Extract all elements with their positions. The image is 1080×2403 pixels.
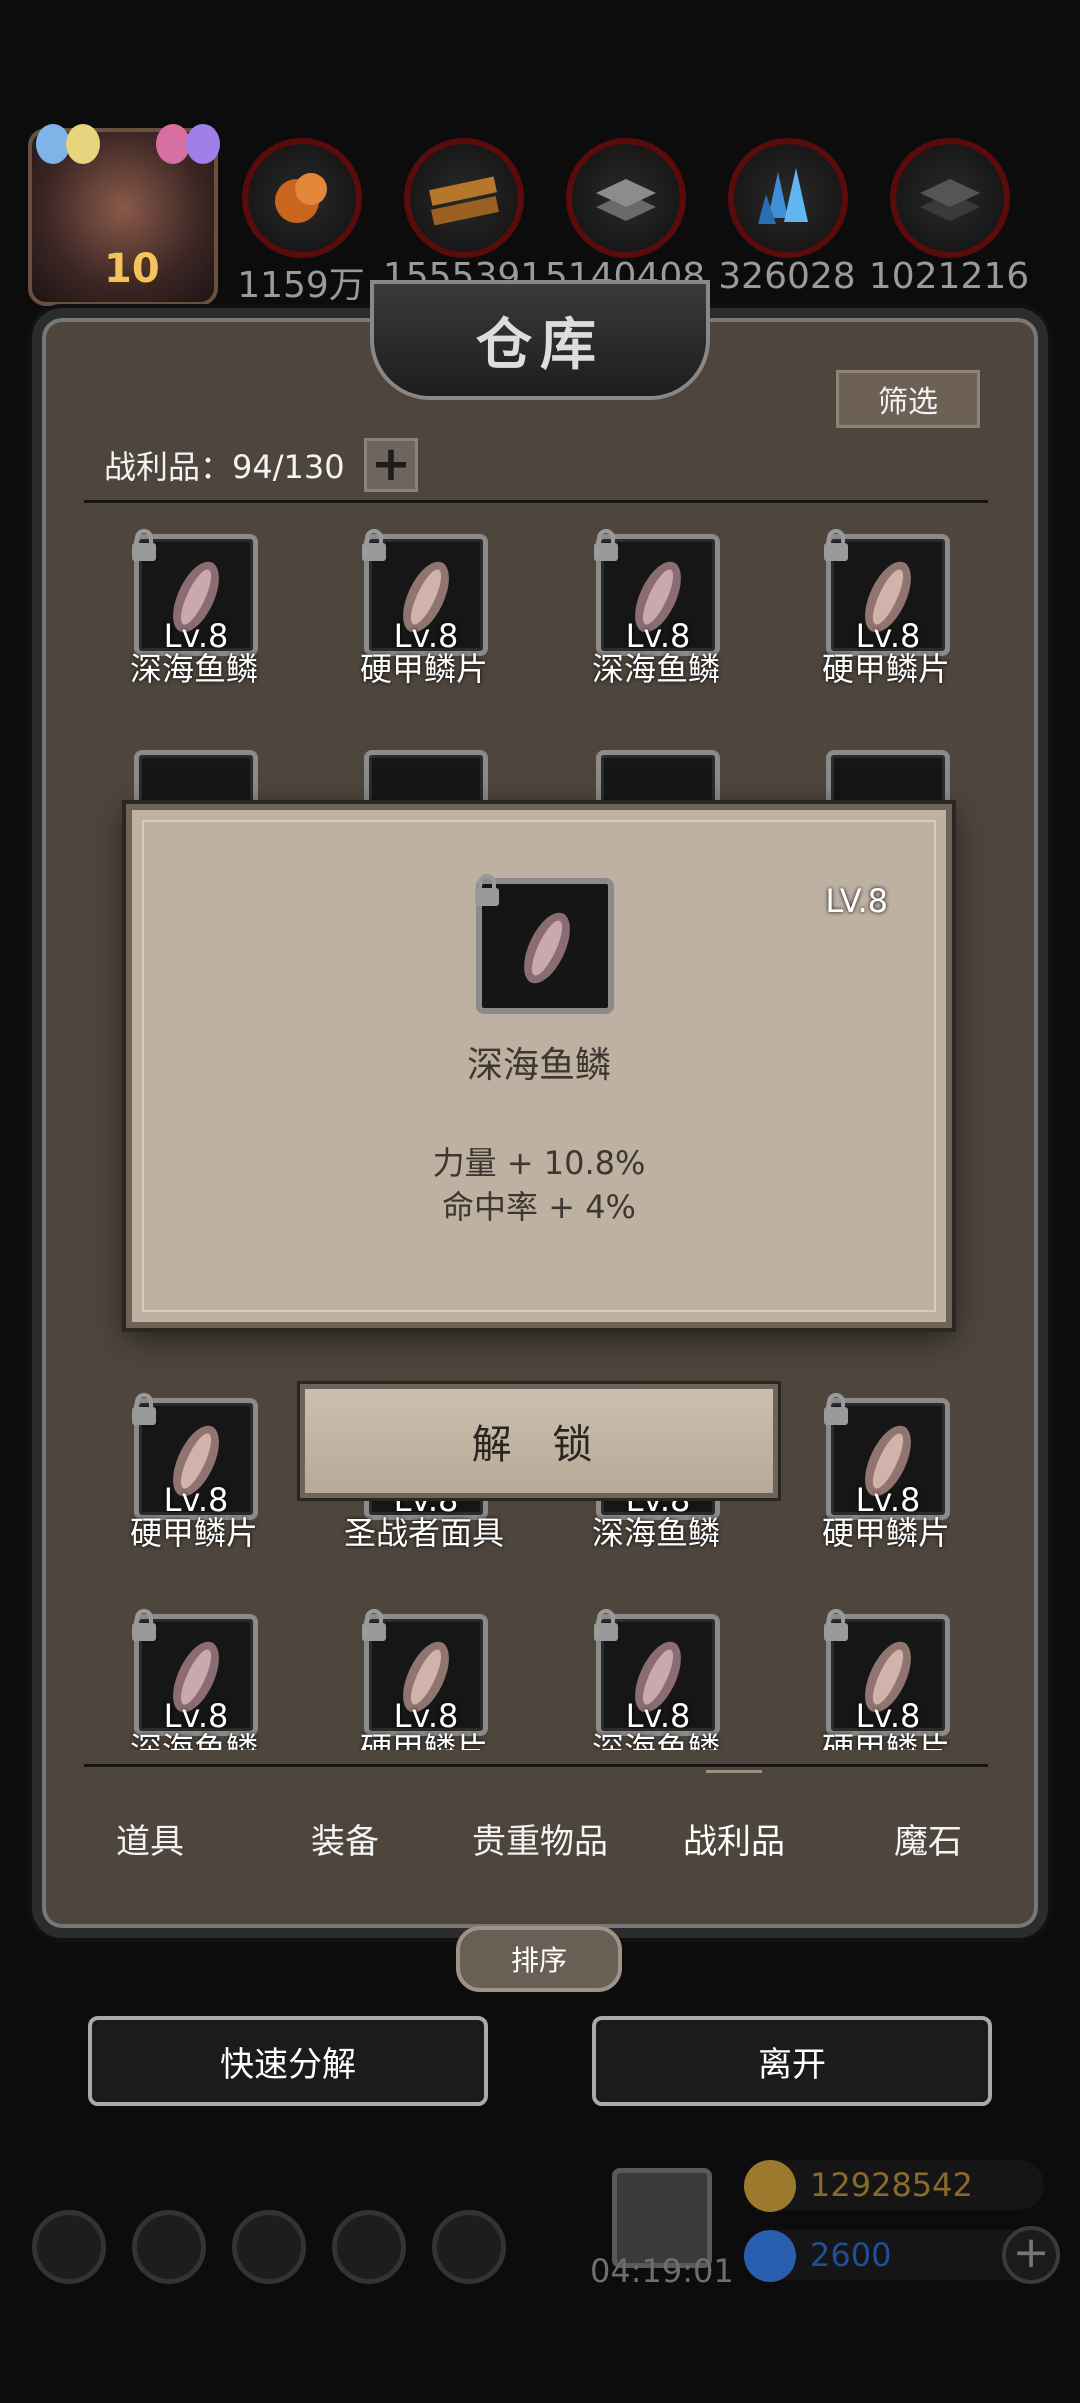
unlock-button[interactable]: 解 锁 [300,1384,778,1498]
iron-ingot-icon[interactable] [566,138,686,258]
item-name: 硬甲鳞片 [821,650,950,688]
settings-gear-icon[interactable] [32,2210,106,2284]
header-divider [84,500,988,503]
popup-stat-strength: 力量 + 10.8% [432,1144,646,1182]
item-slot: Lv.8 [594,529,720,656]
gem-display: 2600 [744,2230,1044,2282]
gem-amount: 2600 [810,2236,892,2274]
blue-crystal-icon[interactable] [728,138,848,258]
resource-ore-value: 1159万 [237,265,365,306]
item-name: 深海鱼鳞 [129,1730,258,1750]
loot-capacity-label: 战利品：94/130 [104,448,345,486]
map-icon[interactable] [432,2210,506,2284]
item-slot: Lv.8 [362,1609,488,1736]
active-tab-marker [706,1770,762,1788]
gem-icon [744,2230,796,2282]
star-badge-icon[interactable] [132,2210,206,2284]
item-slot: Lv.8 [594,1609,720,1736]
add-currency-button[interactable]: + [1002,2226,1060,2284]
mail-icon[interactable] [332,2210,406,2284]
gold-display: 12928542 [744,2160,1044,2212]
tab-loot[interactable]: 战利品 [634,1814,834,1863]
gift-timer: 04:19:01 [590,2252,734,2290]
resource-crystal-value: 326028 [718,256,856,297]
gold-amount: 12928542 [810,2166,973,2204]
tab-valuables[interactable]: 贵重物品 [440,1814,640,1863]
inventory-item[interactable]: Lv.8 硬甲鳞片 [786,1376,986,1556]
leave-button[interactable]: 离开 [592,2016,992,2106]
item-name: 硬甲鳞片 [821,1514,950,1552]
quick-dismantle-button[interactable]: 快速分解 [88,2016,488,2106]
dark-ingot-icon[interactable] [890,138,1010,258]
lock-icon [475,874,499,906]
lock-icon [824,529,848,561]
warehouse-title-crest: 仓库 [370,280,710,400]
item-slot: Lv.8 [132,529,258,656]
lock-icon [824,1609,848,1641]
tab-items[interactable]: 道具 [50,1814,250,1863]
gold-coin-icon [744,2160,796,2212]
item-name: 硬甲鳞片 [821,1730,950,1750]
tab-magic-stones[interactable]: 魔石 [828,1814,1028,1863]
item-name: 深海鱼鳞 [591,650,720,688]
lock-icon [824,1393,848,1425]
inventory-item[interactable]: Lv.8 深海鱼鳞 [556,1592,756,1750]
item-name: 深海鱼鳞 [591,1514,720,1552]
wood-planks-icon[interactable] [404,138,524,258]
inventory-item[interactable]: Lv.8 硬甲鳞片 [94,1376,294,1556]
balloons-decoration [26,124,226,164]
popup-item-level: LV.8 [825,882,888,920]
filter-button[interactable]: 筛选 [836,370,980,428]
tabs-divider [84,1764,988,1767]
resource-dark-ingot-value: 1021216 [868,256,1030,297]
lock-icon [362,529,386,561]
inventory-item[interactable]: Lv.8 硬甲鳞片 [786,512,986,692]
player-avatar[interactable]: 10 [28,124,220,306]
player-level: 10 [104,246,160,292]
popup-stat-accuracy: 命中率 + 4% [442,1188,636,1226]
item-slot: Lv.8 [132,1609,258,1736]
inventory-item[interactable]: Lv.8 深海鱼鳞 [94,512,294,692]
item-name: 硬甲鳞片 [359,650,488,688]
inventory-item[interactable]: Lv.8 硬甲鳞片 [786,1592,986,1750]
inventory-item[interactable]: Lv.8 硬甲鳞片 [324,1592,524,1750]
ore-orange-icon[interactable] [242,138,362,258]
item-slot: Lv.8 [824,1609,950,1736]
sort-button[interactable]: 排序 [456,1926,622,1992]
item-slot: Lv.8 [824,1393,950,1520]
item-slot: Lv.8 [132,1393,258,1520]
inventory-item[interactable]: Lv.8 硬甲鳞片 [324,512,524,692]
item-name: 硬甲鳞片 [359,1730,488,1750]
tab-equipment[interactable]: 装备 [245,1814,445,1863]
expand-capacity-button[interactable]: + [364,438,418,492]
lock-icon [594,529,618,561]
scale-icon [524,912,570,984]
lock-icon [132,1393,156,1425]
popup-item-slot [475,874,614,1014]
inventory-item[interactable]: Lv.8 深海鱼鳞 [94,1592,294,1750]
page-title: 仓库 [476,311,604,378]
lock-icon [132,1609,156,1641]
item-name: 圣战者面具 [343,1514,504,1552]
item-detail-popup: LV.8 深海鱼鳞 力量 + 10.8% 命中率 + 4% [126,804,952,1328]
item-slot: Lv.8 [824,529,950,656]
popup-item-name: 深海鱼鳞 [466,1045,611,1086]
item-name: 深海鱼鳞 [591,1730,720,1750]
item-name: 深海鱼鳞 [129,650,258,688]
item-name: 硬甲鳞片 [129,1514,258,1552]
guild-icon[interactable] [232,2210,306,2284]
lock-icon [594,1609,618,1641]
inventory-item[interactable]: Lv.8 深海鱼鳞 [556,512,756,692]
item-slot: Lv.8 [362,529,488,656]
lock-icon [362,1609,386,1641]
lock-icon [132,529,156,561]
